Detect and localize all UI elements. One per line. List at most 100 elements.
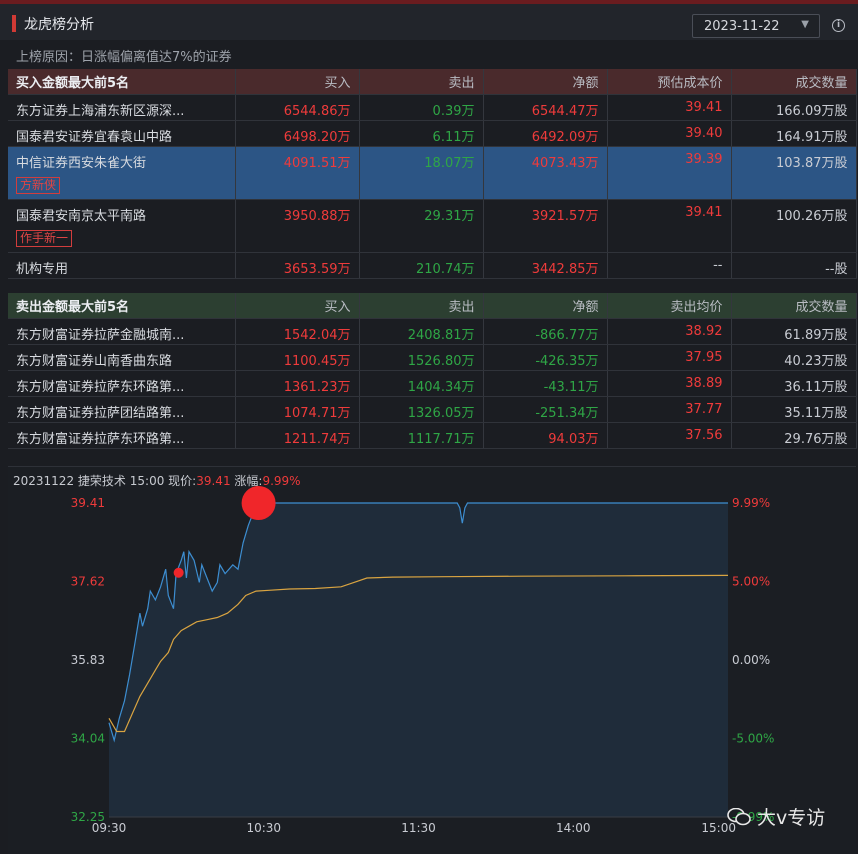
y-tick-label-right: 9.99% [732,496,770,510]
buy-cell: 6498.20万 [235,120,360,147]
column-header[interactable]: 预估成本价 [607,69,732,95]
broker-cell: 东方财富证券拉萨东环路第... [8,422,236,449]
net-cell: -251.34万 [483,396,608,423]
price-cell: 38.89 [607,370,732,397]
table-row[interactable]: 国泰君安南京太平南路 作手新一 3950.88万 29.31万 3921.57万 39.4… [8,199,857,253]
broker-cell: 东方财富证券拉萨金融城南... [8,318,236,345]
broker-name[interactable]: 东方证券上海浦东新区源深... [16,100,227,119]
broker-name[interactable]: 东方财富证券拉萨东环路第... [16,428,227,447]
wechat-icon [727,808,751,826]
sell-top5-table: 卖出金额最大前5名 买入 卖出 净额 卖出均价 成交数量 东方财富证券拉萨金融城南... 1… [8,293,857,449]
sell-cell: 18.07万 [359,146,484,200]
net-cell: -43.11万 [483,370,608,397]
y-tick-label-left: 34.04 [71,732,105,746]
net-cell: 6544.47万 [483,94,608,121]
chevron-down-icon: ▼ [801,19,809,30]
net-cell: 94.03万 [483,422,608,449]
table-row[interactable]: 东方财富证券拉萨东环路第... 1361.23万 1404.34万 -43.11万 38… [8,370,857,397]
panel-title: 龙虎榜分析 [24,17,94,33]
table-row[interactable]: 国泰君安证券宜春袁山中路 6498.20万 6.11万 6492.09万 39.40 16… [8,120,857,147]
buy-cell: 1542.04万 [235,318,360,345]
broker-name[interactable]: 东方财富证券拉萨金融城南... [16,324,227,343]
buy-cell: 1100.45万 [235,344,360,371]
column-header[interactable]: 卖出 [359,293,484,319]
trade-marker [173,567,184,578]
volume-cell: 100.26万股 [731,199,857,253]
y-tick-label-right: 0.00% [732,653,770,667]
table-row[interactable]: 东方证券上海浦东新区源深... 6544.86万 0.39万 6544.47万 39.4… [8,94,857,121]
broker-name[interactable]: 东方财富证券拉萨团结路第... [16,402,227,421]
price-cell: 37.56 [607,422,732,449]
column-header[interactable]: 卖出均价 [607,293,732,319]
intraday-chart-panel: 20231122 捷荣技术 15:00 现价:39.41 涨幅:9.99% 39… [8,466,856,854]
sell-cell: 1404.34万 [359,370,484,397]
sell-cell: 0.39万 [359,94,484,121]
broker-name[interactable]: 中信证券西安朱雀大街 [16,152,227,171]
buy-cell: 1211.74万 [235,422,360,449]
buy-table-header: 买入金额最大前5名 买入 卖出 净额 预估成本价 成交数量 [8,69,857,95]
table-row[interactable]: 东方财富证券拉萨东环路第... 1211.74万 1117.71万 94.03万 37.… [8,422,857,449]
broker-cell: 机构专用 [8,252,236,279]
column-header[interactable]: 买入 [235,69,360,95]
broker-cell: 东方财富证券山南香曲东路 [8,344,236,371]
y-tick-label-left: 35.83 [71,653,105,667]
x-tick-label: 11:30 [401,821,436,835]
price-cell: 37.95 [607,344,732,371]
buy-cell: 3950.88万 [235,199,360,253]
column-header[interactable]: 卖出 [359,69,484,95]
broker-cell: 东方证券上海浦东新区源深... [8,94,236,121]
sell-cell: 29.31万 [359,199,484,253]
listing-reason: 上榜原因：日涨幅偏离值达7%的证券 [16,50,232,65]
table-row[interactable]: 东方财富证券山南香曲东路 1100.45万 1526.80万 -426.35万 37.9… [8,344,857,371]
column-header[interactable]: 净额 [483,69,608,95]
price-cell: 37.77 [607,396,732,423]
sell-cell: 2408.81万 [359,318,484,345]
intraday-chart-svg: 39.4137.6235.8334.0432.259.99%5.00%0.00%… [71,486,774,835]
table-row[interactable]: 东方财富证券拉萨团结路第... 1074.71万 1326.05万 -251.34万 3… [8,396,857,423]
info-icon[interactable]: i [832,19,845,32]
x-tick-label: 10:30 [246,821,281,835]
volume-cell: 103.87万股 [731,146,857,200]
volume-cell: 40.23万股 [731,344,857,371]
column-header[interactable]: 卖出金额最大前5名 [8,293,236,319]
net-cell: -426.35万 [483,344,608,371]
buy-top5-table: 买入金额最大前5名 买入 卖出 净额 预估成本价 成交数量 东方证券上海浦东新区源深...… [8,69,857,279]
broker-cell: 国泰君安南京太平南路 作手新一 [8,199,236,253]
trader-tag[interactable]: 方新侠 [16,177,61,194]
volume-cell: 164.91万股 [731,120,857,147]
broker-cell: 东方财富证券拉萨东环路第... [8,370,236,397]
broker-name[interactable]: 东方财富证券山南香曲东路 [16,350,227,369]
broker-cell: 中信证券西安朱雀大街 方新侠 [8,146,236,200]
broker-name[interactable]: 机构专用 [16,258,227,277]
cost-cell: 39.40 [607,120,732,147]
y-tick-label-left: 37.62 [71,575,105,589]
buy-cell: 6544.86万 [235,94,360,121]
trader-tag[interactable]: 作手新一 [16,230,73,247]
column-header[interactable]: 成交数量 [731,293,857,319]
column-header[interactable]: 买入 [235,293,360,319]
broker-name[interactable]: 东方财富证券拉萨东环路第... [16,376,227,395]
column-header[interactable]: 成交数量 [731,69,857,95]
net-cell: -866.77万 [483,318,608,345]
broker-name[interactable]: 国泰君安南京太平南路 [16,205,227,224]
broker-cell: 东方财富证券拉萨团结路第... [8,396,236,423]
sell-cell: 1326.05万 [359,396,484,423]
sell-cell: 6.11万 [359,120,484,147]
date-select[interactable]: 2023-11-22 ▼ [692,14,820,38]
net-cell: 4073.43万 [483,146,608,200]
column-header[interactable]: 买入金额最大前5名 [8,69,236,95]
buy-cell: 1361.23万 [235,370,360,397]
buy-cell: 1074.71万 [235,396,360,423]
broker-cell: 国泰君安证券宜春袁山中路 [8,120,236,147]
x-tick-label: 14:00 [556,821,591,835]
table-row[interactable]: 中信证券西安朱雀大街 方新侠 4091.51万 18.07万 4073.43万 39.39… [8,146,857,200]
title-accent-mark [12,15,16,32]
column-header[interactable]: 净额 [483,293,608,319]
volume-cell: 166.09万股 [731,94,857,121]
broker-name[interactable]: 国泰君安证券宜春袁山中路 [16,126,227,145]
buy-cell: 3653.59万 [235,252,360,279]
sell-table-header: 卖出金额最大前5名 买入 卖出 净额 卖出均价 成交数量 [8,293,857,319]
table-row[interactable]: 机构专用 3653.59万 210.74万 3442.85万 -- --股 [8,252,857,279]
price-cell: 38.92 [607,318,732,345]
table-row[interactable]: 东方财富证券拉萨金融城南... 1542.04万 2408.81万 -866.77万 3… [8,318,857,345]
